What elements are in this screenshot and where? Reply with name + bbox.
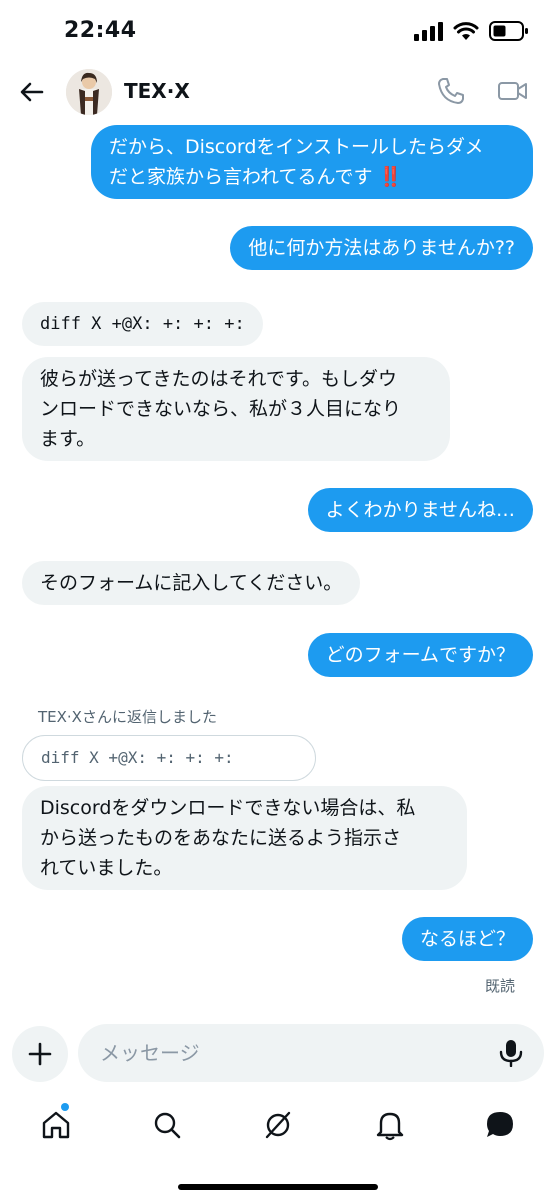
- contact-name[interactable]: TEX·X: [124, 79, 190, 103]
- home-icon[interactable]: [39, 1108, 73, 1142]
- battery-icon: [489, 21, 528, 41]
- phone-icon[interactable]: [434, 74, 468, 108]
- status-bar: 22:44: [0, 0, 555, 64]
- home-indicator: [178, 1184, 378, 1190]
- conversation-header: TEX·X: [0, 64, 555, 120]
- outgoing-message[interactable]: 他に何か方法はありませんか??: [230, 226, 533, 270]
- message-composer: [78, 1024, 544, 1082]
- video-call-icon[interactable]: [496, 74, 530, 108]
- read-receipt: 既読: [484, 977, 515, 995]
- back-arrow-icon[interactable]: [16, 76, 48, 108]
- bell-icon[interactable]: [373, 1108, 407, 1142]
- outgoing-message[interactable]: なるほど？: [401, 917, 533, 961]
- status-time: 22:44: [64, 18, 137, 43]
- wifi-icon: [453, 22, 479, 40]
- outgoing-message[interactable]: どのフォームですか？: [307, 633, 533, 677]
- avatar-image: [66, 69, 112, 115]
- quoted-message[interactable]: diff X +@X: +: +: +:: [22, 735, 316, 781]
- contact-avatar[interactable]: [66, 69, 112, 115]
- bottom-navigation: [0, 1100, 555, 1160]
- message-input[interactable]: [100, 1024, 480, 1082]
- incoming-message[interactable]: そのフォームに記入してください。: [22, 561, 361, 605]
- reply-label: TEX·Xさんに返信しました: [38, 708, 217, 726]
- incoming-message[interactable]: diff X +@X: +: +: +:: [22, 302, 263, 346]
- status-icons: [414, 20, 529, 42]
- cellular-signal-icon: [414, 21, 443, 41]
- search-icon[interactable]: [150, 1108, 184, 1142]
- incoming-message[interactable]: 彼らが送ってきたのはそれです。もしダウ ンロードできないなら、私が３人目になり …: [22, 357, 450, 461]
- add-attachment-button[interactable]: [12, 1026, 68, 1082]
- plus-icon: [28, 1042, 52, 1066]
- outgoing-message[interactable]: だから、Discordをインストールしたらダメ だと家族から言われてるんです ‼…: [91, 125, 533, 199]
- notification-dot: [61, 1103, 69, 1111]
- outgoing-message[interactable]: よくわかりませんね…: [307, 488, 533, 532]
- communities-icon[interactable]: [261, 1108, 295, 1142]
- messages-icon[interactable]: [483, 1108, 517, 1142]
- microphone-icon[interactable]: [498, 1039, 524, 1067]
- incoming-message[interactable]: Discordをダウンロードできない場合は、私 から送ったものをあなたに送るよう…: [22, 786, 467, 890]
